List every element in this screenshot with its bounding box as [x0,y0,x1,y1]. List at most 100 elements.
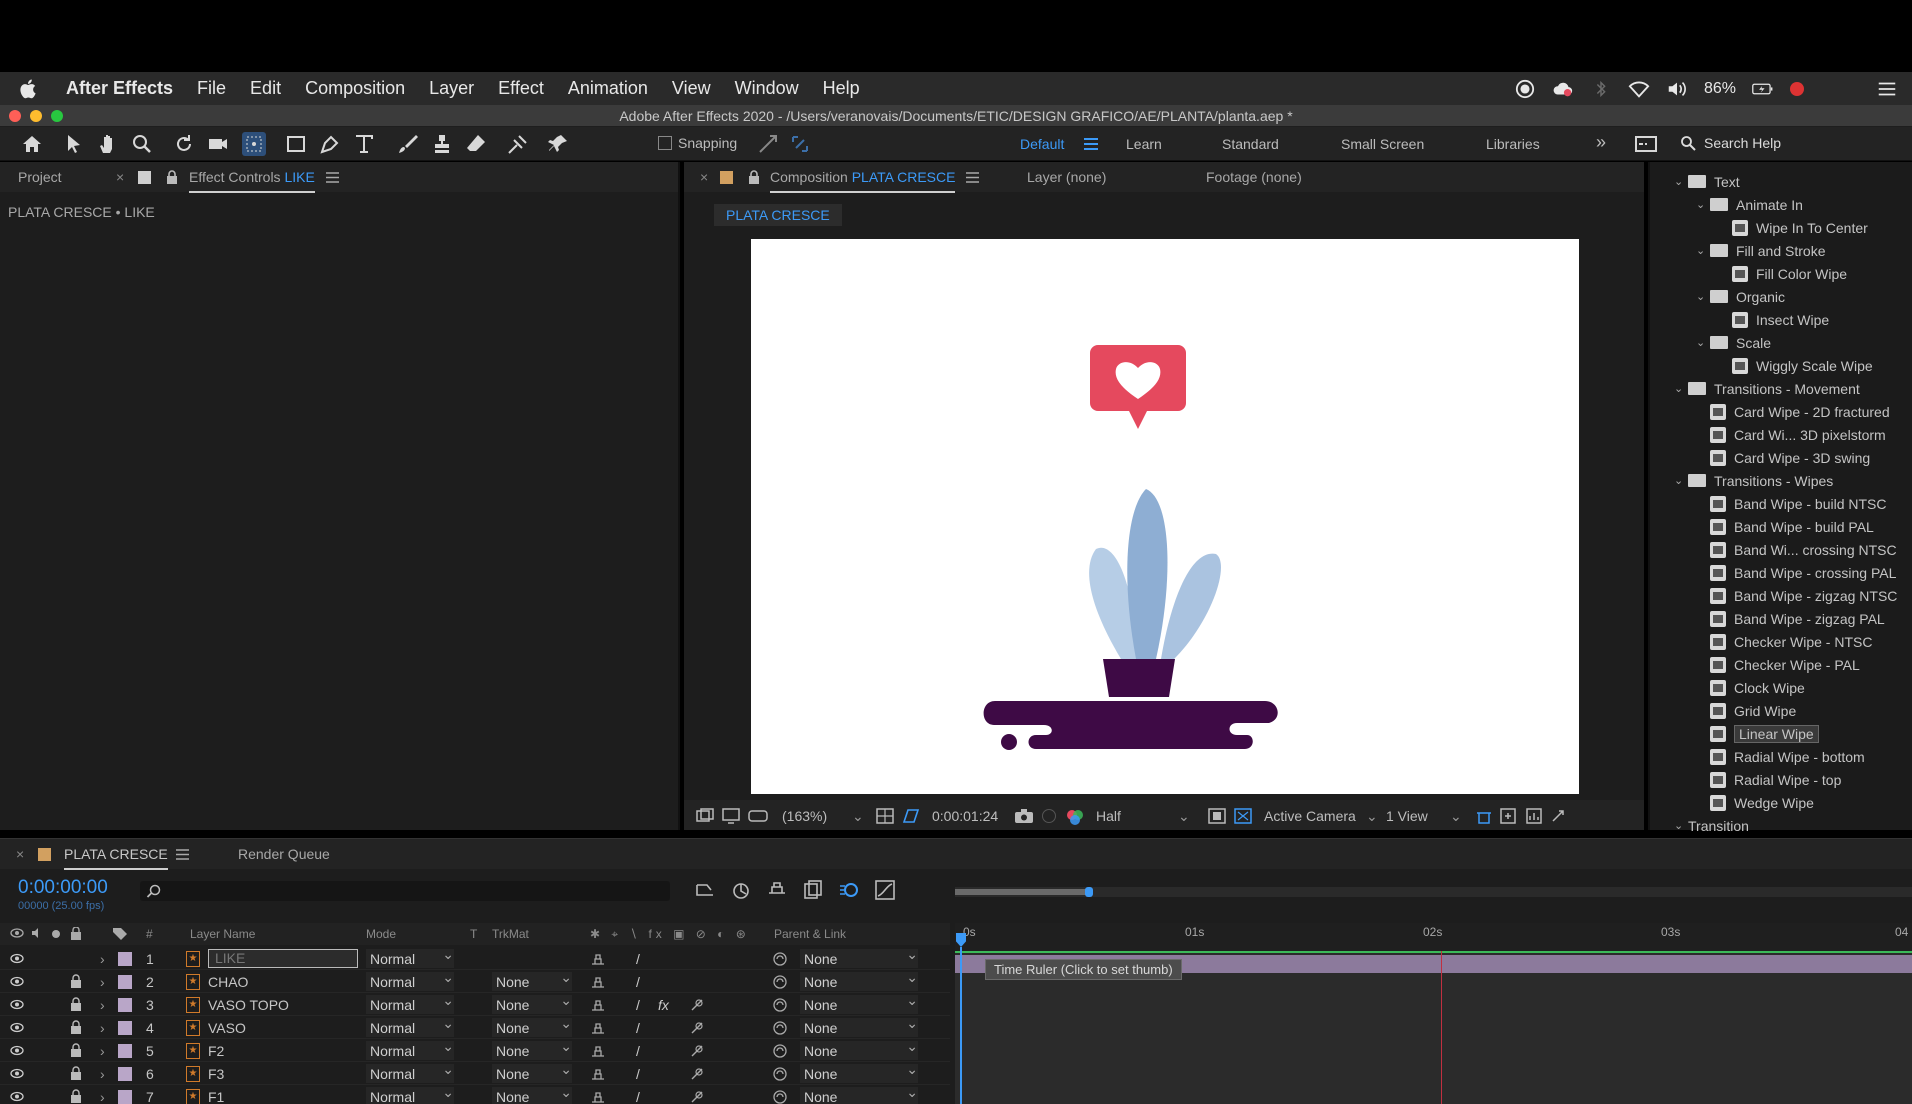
expand-chevron-icon[interactable]: › [100,1089,105,1104]
quality-switch[interactable]: / [636,1089,640,1104]
menu-view[interactable]: View [672,78,711,99]
color-channels-icon[interactable] [1066,808,1084,826]
effects-category[interactable]: ⌄ Transition [1674,814,1749,837]
track-matte-dropdown[interactable]: None [492,1061,572,1083]
layer-lock-icon[interactable] [70,974,82,988]
layer-label-color[interactable] [118,1044,132,1058]
track-matte-dropdown[interactable]: None [492,992,572,1014]
tab-effect-controls[interactable]: Effect Controls LIKE [189,169,315,193]
track-matte-dropdown[interactable]: None [492,1084,572,1104]
region-of-interest-icon[interactable] [1208,808,1226,824]
chevron-down-icon[interactable]: ⌄ [1674,175,1688,188]
vr-preview-icon[interactable] [748,808,768,824]
puppet-pin-tool-icon[interactable] [546,132,570,156]
effects-preset[interactable]: Band Wi... crossing NTSC [1710,538,1897,561]
pen-tool-icon[interactable] [318,132,342,156]
composition-canvas[interactable] [751,239,1579,794]
camera-tool-icon[interactable] [206,132,230,156]
bluetooth-icon[interactable] [1590,79,1612,99]
layer-label-color[interactable] [118,952,132,966]
quality-switch[interactable]: / [636,1066,640,1082]
effects-preset[interactable]: Card Wipe - 3D swing [1710,446,1870,469]
search-help-field[interactable]: Search Help [1680,135,1781,151]
timeline-timecode[interactable]: 0:00:00:00 [18,877,108,899]
frame-blending-icon[interactable] [802,879,824,901]
quality-switch[interactable]: / [636,974,640,990]
effects-preset[interactable]: Wipe In To Center [1732,216,1868,239]
magnification-dropdown[interactable]: (163%) [782,808,827,824]
layer-label-color[interactable] [118,1067,132,1081]
exposure-icon[interactable] [1550,808,1566,824]
effects-preset[interactable]: Radial Wipe - bottom [1710,745,1865,768]
menu-help[interactable]: Help [823,78,860,99]
chevron-down-icon[interactable]: ⌄ [1674,819,1688,832]
layer-row[interactable]: › 6 ★ F3 Normal None / None [0,1061,950,1085]
layer-name[interactable]: VASO TOPO [208,997,289,1013]
effects-preset[interactable]: Wedge Wipe [1710,791,1814,814]
effects-folder[interactable]: ⌄ Fill and Stroke [1696,239,1825,262]
layer-name[interactable]: F3 [208,1066,224,1082]
parent-dropdown[interactable]: None [800,946,918,968]
parent-pickwhip-icon[interactable] [772,1089,788,1104]
layer-label-color[interactable] [118,1021,132,1035]
blend-mode-dropdown[interactable]: Normal [366,969,454,991]
cloud-icon[interactable] [1552,79,1574,99]
panel-menu-icon[interactable] [326,172,339,183]
effects-preset[interactable]: Card Wipe - 2D fractured [1710,400,1890,423]
expand-chevron-icon[interactable]: › [100,1020,105,1036]
effects-preset[interactable]: Linear Wipe [1710,722,1819,745]
brush-tool-icon[interactable] [396,132,420,156]
effects-switch[interactable]: fx [658,997,669,1013]
pan-behind-tool-icon[interactable] [242,132,266,156]
volume-icon[interactable] [1666,79,1688,99]
comp-lock-icon[interactable] [748,170,760,184]
eraser-tool-icon[interactable] [464,132,488,156]
close-timeline-tab-icon[interactable]: × [16,846,24,862]
tab-project[interactable]: Project [18,169,62,185]
camera-chevron-down-icon[interactable]: ⌄ [1366,808,1378,825]
parent-dropdown[interactable]: None [800,969,918,991]
expand-chevron-icon[interactable]: › [100,1043,105,1059]
zoom-chevron-down-icon[interactable]: ⌄ [852,808,864,825]
track-matte-dropdown[interactable]: None [492,1015,572,1037]
motion-blur-switch-icon[interactable] [690,998,704,1012]
show-snapshot-icon[interactable] [1042,809,1056,823]
layer-row[interactable]: › 7 ★ F1 Normal None / None [0,1084,950,1104]
rotation-tool-icon[interactable] [172,132,196,156]
track-matte-dropdown[interactable]: None [492,969,572,991]
time-ruler[interactable]: 0s 01s 02s 03s 04 [955,923,1912,951]
effects-preset[interactable]: Grid Wipe [1710,699,1796,722]
parent-pickwhip-icon[interactable] [772,974,788,990]
parent-pickwhip-icon[interactable] [772,951,788,967]
visibility-eye-icon[interactable] [10,1045,24,1056]
layer-lock-icon[interactable] [70,1043,82,1057]
parent-pickwhip-icon[interactable] [772,1066,788,1082]
workspace-libraries[interactable]: Libraries [1486,136,1540,152]
menu-animation[interactable]: Animation [568,78,648,99]
workspace-default[interactable]: Default [1020,136,1064,152]
blend-mode-dropdown[interactable]: Normal [366,992,454,1014]
shy-switch-icon[interactable] [590,998,606,1012]
expand-chevron-icon[interactable]: › [100,974,105,990]
snapshot-camera-icon[interactable] [1014,808,1034,824]
type-tool-icon[interactable] [352,132,376,156]
selection-tool-icon[interactable] [62,132,86,156]
layer-row[interactable]: › 3 ★ VASO TOPO Normal None / fx None [0,992,950,1016]
rectangle-tool-icon[interactable] [284,132,308,156]
effects-folder[interactable]: ⌄ Animate In [1696,193,1803,216]
layer-name[interactable]: F1 [208,1089,224,1104]
blend-mode-dropdown[interactable]: Normal [366,1015,454,1037]
work-area-bar[interactable] [955,887,1912,897]
timeline-link-icon[interactable] [1526,808,1542,824]
zoom-navigator[interactable] [955,889,1091,895]
toggle-pixel-aspect-icon[interactable] [1476,808,1492,824]
workspace-overflow-button[interactable]: » [1596,132,1606,153]
control-center-icon[interactable] [1876,79,1898,99]
parent-pickwhip-icon[interactable] [772,1020,788,1036]
current-time-display[interactable]: 0:00:01:24 [932,808,998,824]
layer-name[interactable]: F2 [208,1043,224,1059]
workspace-learn[interactable]: Learn [1126,136,1162,152]
menu-file[interactable]: File [197,78,226,99]
col-layer-name[interactable]: Layer Name [190,927,255,941]
menu-app-name[interactable]: After Effects [66,78,173,99]
